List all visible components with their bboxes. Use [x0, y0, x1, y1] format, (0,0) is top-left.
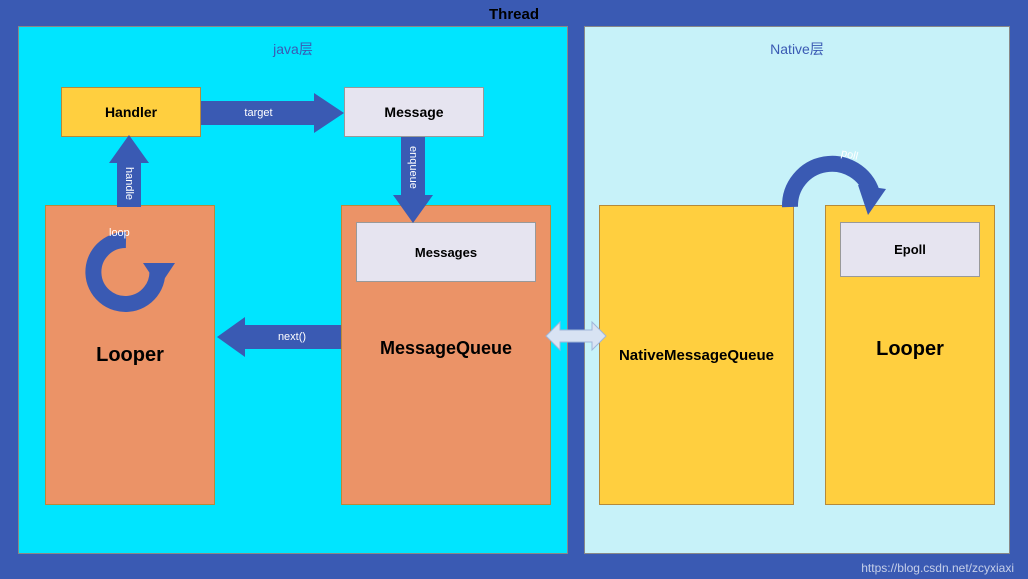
handler-label: Handler [105, 104, 157, 120]
target-arrow-label: target [244, 107, 272, 119]
loop-arrow-label: loop [109, 227, 130, 239]
handle-arrow: handle [117, 137, 141, 207]
native-layer-title: Native层 [770, 39, 824, 59]
native-message-queue-node: NativeMessageQueue [599, 205, 794, 505]
watermark-text: https://blog.csdn.net/zcyxiaxi [861, 561, 1014, 575]
diagram-title: Thread [489, 6, 539, 23]
messages-label: Messages [415, 245, 477, 260]
native-message-queue-label: NativeMessageQueue [619, 347, 774, 364]
handler-node: Handler [61, 87, 201, 137]
epoll-node: Epoll [840, 222, 980, 277]
target-arrow: target [201, 101, 344, 125]
message-label: Message [384, 104, 443, 120]
java-layer-panel: java层 Handler Message Looper Messages Me… [18, 26, 568, 554]
poll-arrow-icon [780, 145, 890, 225]
epoll-label: Epoll [894, 242, 926, 257]
next-arrow-label: next() [278, 331, 306, 343]
bridge-arrow-icon [546, 316, 606, 356]
enqueue-arrow-label: enqueue [407, 146, 419, 189]
message-queue-node: Messages MessageQueue [341, 205, 551, 505]
thread-diagram: Thread java层 Handler Message Looper Mess… [0, 0, 1028, 579]
messages-inner-node: Messages [356, 222, 536, 282]
next-arrow: next() [215, 325, 341, 349]
message-queue-label: MessageQueue [342, 338, 550, 359]
native-layer-panel: Native层 NativeMessageQueue Epoll Looper … [584, 26, 1010, 554]
java-layer-title: java层 [273, 39, 313, 59]
enqueue-arrow: enqueue [401, 137, 425, 222]
native-looper-node: Epoll Looper [825, 205, 995, 505]
message-node: Message [344, 87, 484, 137]
native-looper-label: Looper [826, 338, 994, 361]
handle-arrow-label: handle [123, 167, 135, 200]
looper-label: Looper [96, 344, 164, 367]
